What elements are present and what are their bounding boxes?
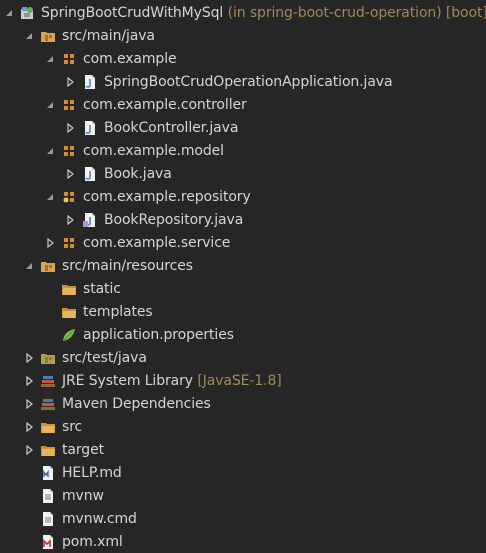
chevron-right-icon[interactable] <box>24 375 34 386</box>
tree-item-label: JRE System Library <box>62 372 193 389</box>
tree-item-label: pom.xml <box>62 533 123 550</box>
tree-item-file-bookcontroller-java[interactable]: BookController.java <box>0 116 486 139</box>
project-decoration: (in spring-boot-crud-operation) [boot] <box>227 4 486 21</box>
java-interface-file-icon <box>82 212 98 228</box>
tree-item-src-main-java[interactable]: src/main/java <box>0 24 486 47</box>
package-explorer-tree: SpringBootCrudWithMySql (in spring-boot-… <box>0 0 486 553</box>
chevron-right-icon[interactable] <box>65 122 75 133</box>
library-icon <box>40 396 56 412</box>
tree-item-file-bookrepository-java[interactable]: BookRepository.java <box>0 208 486 231</box>
text-file-icon <box>40 488 56 504</box>
folder-icon <box>40 419 56 435</box>
source-folder-icon <box>40 258 56 274</box>
tree-item-package-service[interactable]: com.example.service <box>0 231 486 254</box>
tree-item-package-com-example[interactable]: com.example <box>0 47 486 70</box>
tree-item-label: BookRepository.java <box>104 211 244 228</box>
chevron-right-icon[interactable] <box>24 421 34 432</box>
chevron-down-icon[interactable] <box>4 8 14 18</box>
source-folder-icon <box>40 28 56 44</box>
tree-item-label: src/main/java <box>62 27 155 44</box>
boot-project-icon <box>19 5 35 21</box>
tree-item-src-test-java[interactable]: src/test/java <box>0 346 486 369</box>
chevron-down-icon[interactable] <box>45 54 55 64</box>
chevron-down-icon[interactable] <box>45 192 55 202</box>
chevron-right-icon[interactable] <box>24 444 34 455</box>
folder-icon <box>61 281 77 297</box>
tree-item-label: static <box>83 280 121 297</box>
tree-item-label: com.example <box>83 50 177 67</box>
tree-item-label: mvnw.cmd <box>62 510 137 527</box>
tree-item-folder-templates[interactable]: templates <box>0 300 486 323</box>
java-file-icon <box>82 166 98 182</box>
package-icon <box>61 97 77 113</box>
java-file-icon <box>82 120 98 136</box>
text-file-icon <box>40 511 56 527</box>
chevron-right-icon[interactable] <box>65 214 75 225</box>
maven-pom-icon <box>40 534 56 550</box>
tree-item-file-mvnw-cmd[interactable]: mvnw.cmd <box>0 507 486 530</box>
tree-item-label: com.example.repository <box>83 188 251 205</box>
tree-item-maven-dependencies[interactable]: Maven Dependencies <box>0 392 486 415</box>
tree-item-label: src/test/java <box>62 349 147 366</box>
chevron-right-icon[interactable] <box>24 398 34 409</box>
tree-item-label: SpringBootCrudOperationApplication.java <box>104 73 393 90</box>
tree-item-file-application-properties[interactable]: application.properties <box>0 323 486 346</box>
tree-item-file-application-java[interactable]: SpringBootCrudOperationApplication.java <box>0 70 486 93</box>
tree-item-label: com.example.model <box>83 142 224 159</box>
chevron-down-icon[interactable] <box>24 31 34 41</box>
chevron-down-icon[interactable] <box>24 261 34 271</box>
tree-item-folder-src[interactable]: src <box>0 415 486 438</box>
tree-item-src-main-resources[interactable]: src/main/resources <box>0 254 486 277</box>
tree-item-label: Maven Dependencies <box>62 395 211 412</box>
tree-item-label: HELP.md <box>62 464 122 481</box>
chevron-down-icon[interactable] <box>45 146 55 156</box>
tree-item-label: src <box>62 418 83 435</box>
tree-item-file-mvnw[interactable]: mvnw <box>0 484 486 507</box>
project-name: SpringBootCrudWithMySql <box>41 4 224 21</box>
tree-item-jre-library[interactable]: JRE System Library [JavaSE-1.8] <box>0 369 486 392</box>
folder-icon <box>40 442 56 458</box>
tree-item-label: templates <box>83 303 153 320</box>
java-file-icon <box>82 74 98 90</box>
tree-item-folder-target[interactable]: target <box>0 438 486 461</box>
source-folder-icon <box>40 350 56 366</box>
chevron-right-icon[interactable] <box>45 237 55 248</box>
properties-file-icon <box>61 327 77 343</box>
tree-item-package-controller[interactable]: com.example.controller <box>0 93 486 116</box>
tree-item-label: com.example.controller <box>83 96 247 113</box>
tree-item-file-pom-xml[interactable]: pom.xml <box>0 530 486 553</box>
tree-item-label: mvnw <box>62 487 104 504</box>
chevron-right-icon[interactable] <box>24 352 34 363</box>
tree-item-label: src/main/resources <box>62 257 193 274</box>
folder-icon <box>61 304 77 320</box>
chevron-right-icon[interactable] <box>65 168 75 179</box>
package-icon <box>61 143 77 159</box>
chevron-right-icon[interactable] <box>65 76 75 87</box>
tree-item-label: Book.java <box>104 165 172 182</box>
tree-item-folder-static[interactable]: static <box>0 277 486 300</box>
library-icon <box>40 373 56 389</box>
tree-item-package-repository[interactable]: com.example.repository <box>0 185 486 208</box>
package-icon <box>61 51 77 67</box>
tree-item-file-book-java[interactable]: Book.java <box>0 162 486 185</box>
tree-item-label: BookController.java <box>104 119 239 136</box>
tree-item-project[interactable]: SpringBootCrudWithMySql (in spring-boot-… <box>0 1 486 24</box>
jre-version-decoration: [JavaSE-1.8] <box>197 372 282 389</box>
tree-item-file-help-md[interactable]: HELP.md <box>0 461 486 484</box>
tree-item-label: com.example.service <box>83 234 231 251</box>
package-icon <box>61 189 77 205</box>
package-icon <box>61 235 77 251</box>
tree-item-package-model[interactable]: com.example.model <box>0 139 486 162</box>
tree-item-label: application.properties <box>83 326 234 343</box>
tree-item-label: target <box>62 441 104 458</box>
markdown-file-icon <box>40 465 56 481</box>
chevron-down-icon[interactable] <box>45 100 55 110</box>
